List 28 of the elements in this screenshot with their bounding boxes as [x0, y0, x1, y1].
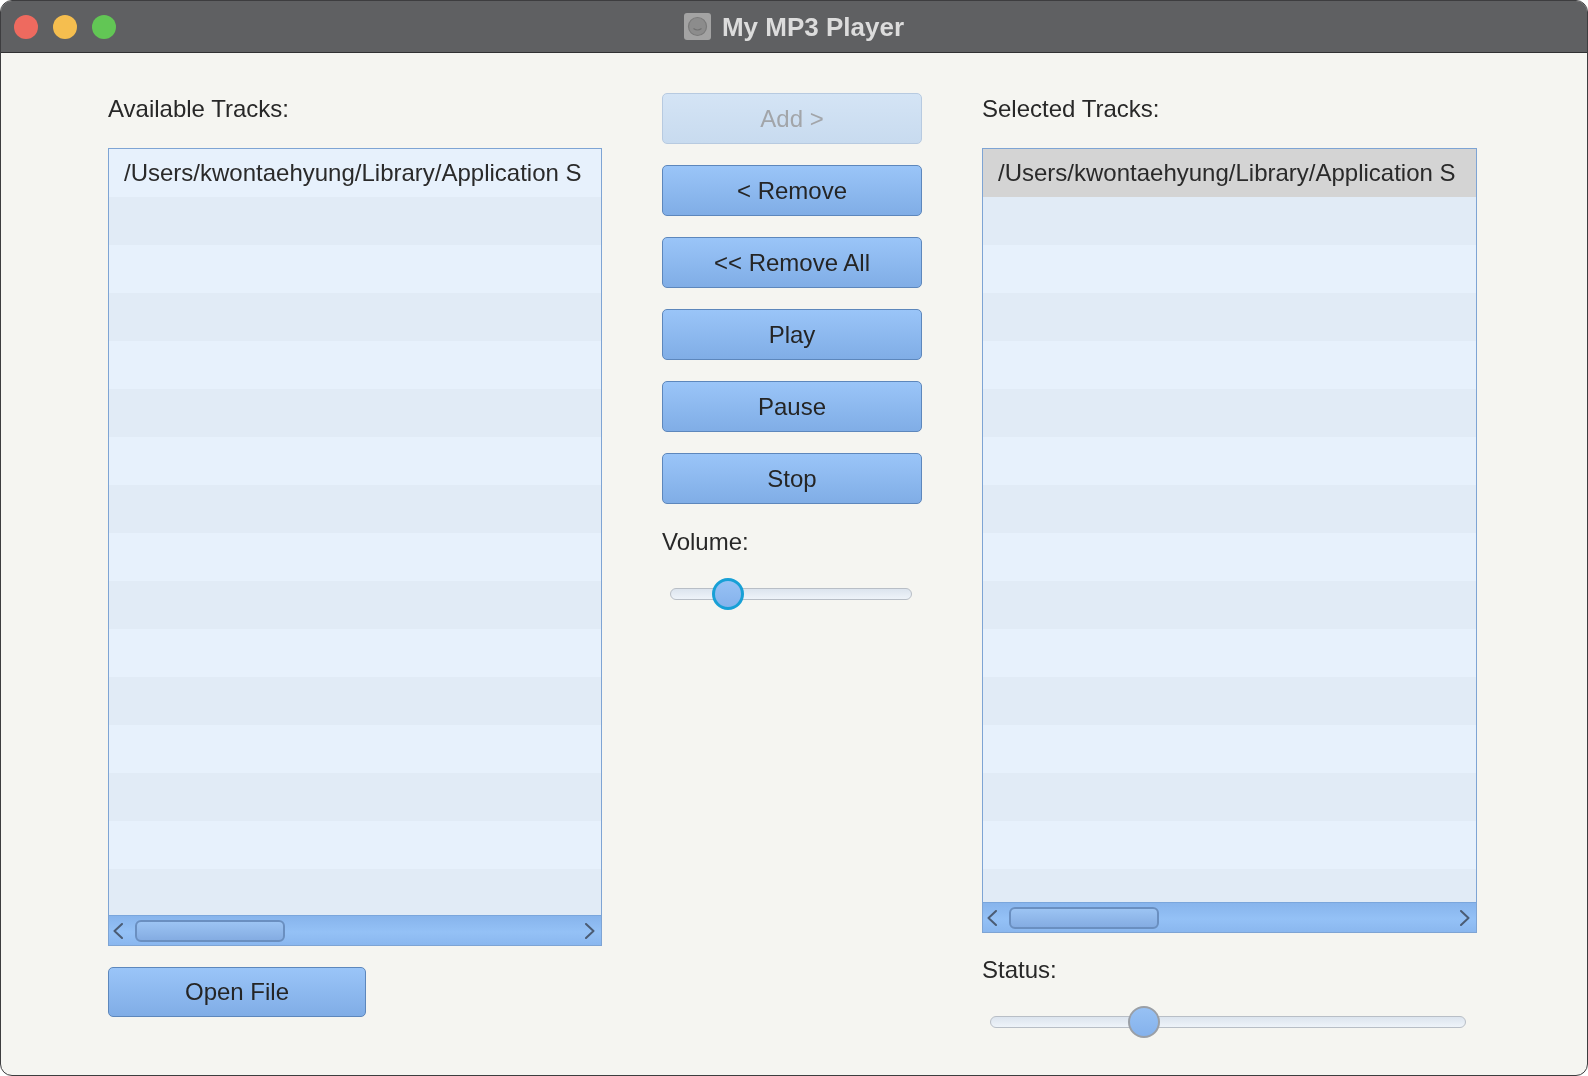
app-icon — [683, 13, 711, 40]
control-button[interactable]: << Remove All — [662, 237, 922, 288]
slider-thumb[interactable] — [712, 578, 744, 610]
control-button[interactable]: Stop — [662, 453, 922, 504]
minimize-icon[interactable] — [53, 14, 77, 39]
slider-thumb[interactable] — [1127, 1006, 1160, 1038]
status-slider[interactable] — [990, 1006, 1466, 1038]
close-icon[interactable] — [14, 14, 38, 39]
track-item[interactable]: /Users/kwontaehyung/Library/Application S — [983, 149, 1476, 197]
list-label: Available Tracks: — [108, 96, 289, 122]
horizontal-scrollbar[interactable] — [109, 915, 601, 945]
maximize-icon[interactable] — [92, 14, 116, 39]
horizontal-scrollbar[interactable] — [983, 902, 1476, 932]
window-title: My MP3 Player — [721, 11, 905, 42]
slider-label: Status: — [982, 957, 1057, 983]
scroll-left-icon[interactable] — [987, 909, 997, 926]
slider-label: Volume: — [662, 529, 749, 555]
scroll-right-icon[interactable] — [585, 922, 595, 939]
open-file-button[interactable]: Open File — [108, 967, 366, 1017]
scrollbar-thumb[interactable] — [135, 919, 285, 942]
control-button[interactable]: Pause — [662, 381, 922, 432]
volume-slider[interactable] — [670, 578, 912, 610]
control-button[interactable]: < Remove — [662, 165, 922, 216]
scrollbar-thumb[interactable] — [1009, 906, 1159, 929]
list-label: Selected Tracks: — [982, 96, 1160, 122]
control-button[interactable]: Play — [662, 309, 922, 360]
scroll-left-icon[interactable] — [113, 922, 123, 939]
scroll-right-icon[interactable] — [1460, 909, 1470, 926]
